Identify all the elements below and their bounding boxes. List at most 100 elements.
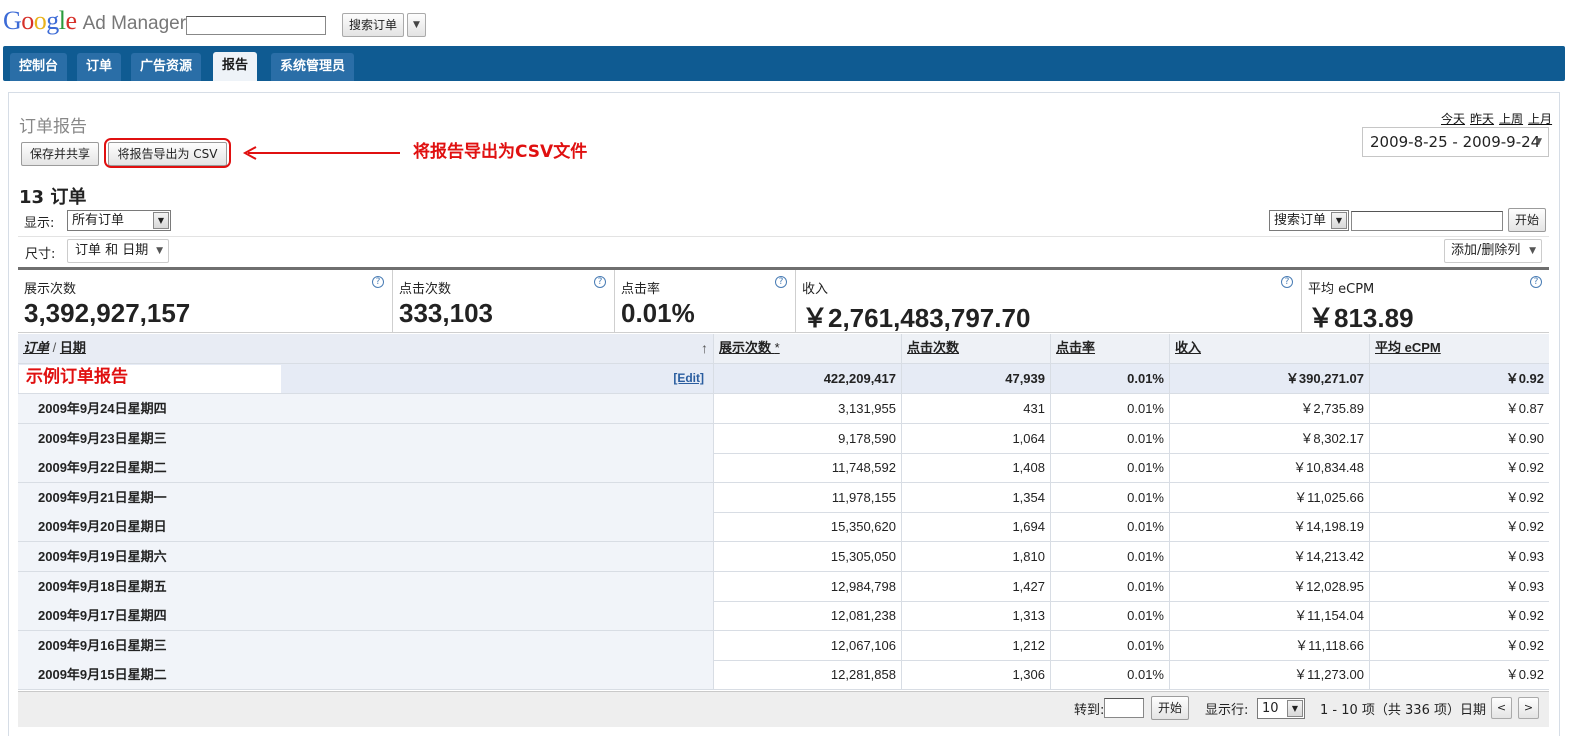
cell-impressions: 11,978,155 (713, 482, 901, 512)
table-header: 订单 / 日期 ↑ 展示次数 * 点击次数 点击率 收入 平均 eCPM (18, 334, 1549, 364)
triangle-down-icon: ▼ (1331, 212, 1347, 229)
export-highlight-box (104, 138, 231, 168)
header-clicks[interactable]: 点击次数 (901, 334, 1050, 363)
chevron-down-icon: ▼ (1535, 137, 1542, 147)
order-filter-select[interactable]: 所有订单 ▼ (67, 210, 171, 231)
edit-link[interactable]: [Edit] (673, 364, 704, 393)
help-icon[interactable]: ? (775, 276, 787, 288)
cell-clicks: 1,408 (901, 453, 1050, 483)
tab-reports[interactable]: 报告 (213, 52, 258, 81)
cell-revenue: ￥11,118.66 (1169, 630, 1369, 660)
table-row: 2009年9月20日星期日 15,350,620 1,694 0.01% ￥14,198… (18, 512, 1549, 543)
group-title: 示例订单报告 (26, 367, 128, 386)
dimension-label: 尺寸: (25, 247, 56, 262)
dimension-bar (18, 236, 1549, 266)
cell-date: 2009年9月18日星期五 (18, 571, 713, 601)
date-last-week-link[interactable]: 上周 (1499, 112, 1523, 126)
header-revenue[interactable]: 收入 (1169, 334, 1369, 363)
cell-clicks: 431 (901, 394, 1050, 423)
sort-up-icon[interactable]: ↑ (701, 334, 708, 362)
summary-metrics: 展示次数 3,392,927,157 ? 点击次数 333,103 ? 点击率 … (18, 267, 1549, 333)
cell-impressions: 15,305,050 (713, 542, 901, 571)
date-range-picker[interactable]: 2009-8-25 - 2009-9-24 ▼ (1362, 127, 1549, 157)
tab-orders[interactable]: 订单 (77, 53, 122, 81)
cell-ecpm: ￥0.92 (1369, 660, 1549, 690)
group-ecpm: ￥0.92 (1369, 364, 1549, 393)
cell-impressions: 12,067,106 (713, 630, 901, 660)
header-ecpm[interactable]: 平均 eCPM (1369, 334, 1549, 363)
date-sort-link[interactable]: 日期 (60, 340, 86, 355)
tab-admin[interactable]: 系统管理员 (271, 53, 355, 81)
table-row: 2009年9月23日星期三 9,178,590 1,064 0.01% ￥8,302.1… (18, 423, 1549, 454)
metric-value: 0.01% (621, 298, 695, 328)
order-sort-link[interactable]: 订单 (23, 340, 49, 355)
cell-date: 2009年9月19日星期六 (18, 542, 713, 571)
table-row: 2009年9月17日星期四 12,081,238 1,313 0.01% ￥11,154… (18, 601, 1549, 632)
cell-revenue: ￥8,302.17 (1169, 423, 1369, 453)
cell-impressions: 12,281,858 (713, 660, 901, 690)
show-label: 显示: (24, 216, 55, 231)
group-ctr: 0.01% (1050, 364, 1169, 393)
search-go-button[interactable]: 开始 (1508, 208, 1546, 232)
cell-ctr: 0.01% (1050, 482, 1169, 512)
cell-revenue: ￥2,735.89 (1169, 394, 1369, 423)
cell-ecpm: ￥0.92 (1369, 453, 1549, 483)
search-orders-button[interactable]: 搜索订单 (342, 13, 404, 37)
metric-value: ￥2,761,483,797.70 (802, 303, 1031, 333)
cell-revenue: ￥11,025.66 (1169, 482, 1369, 512)
tab-inventory[interactable]: 广告资源 (131, 53, 202, 81)
cell-clicks: 1,694 (901, 512, 1050, 542)
report-search-input[interactable] (1351, 211, 1503, 231)
date-today-link[interactable]: 今天 (1441, 112, 1465, 126)
goto-page-input[interactable] (1104, 698, 1144, 718)
cell-ecpm: ￥0.87 (1369, 394, 1549, 423)
range-text: 1 - 10 项（共 336 项）日期 (1320, 703, 1486, 718)
cell-clicks: 1,064 (901, 423, 1050, 453)
metric-label: 收入 (802, 282, 829, 297)
cell-clicks: 1,212 (901, 630, 1050, 660)
order-filter-value: 所有订单 (72, 213, 125, 228)
save-share-button[interactable]: 保存并共享 (21, 142, 99, 166)
cell-ecpm: ￥0.92 (1369, 512, 1549, 542)
chevron-down-icon: ▼ (156, 246, 163, 256)
date-last-month-link[interactable]: 上月 (1528, 112, 1552, 126)
chevron-down-icon: ▼ (1529, 246, 1536, 256)
cell-impressions: 12,984,798 (713, 571, 901, 601)
header-ctr[interactable]: 点击率 (1050, 334, 1169, 363)
help-icon[interactable]: ? (594, 276, 606, 288)
search-options-dropdown[interactable]: ▼ (407, 13, 426, 37)
help-icon[interactable]: ? (1281, 276, 1293, 288)
add-remove-columns-button[interactable]: 添加/删除列 ▼ (1444, 239, 1542, 263)
cell-clicks: 1,354 (901, 482, 1050, 512)
prev-page-button[interactable]: < (1491, 697, 1512, 719)
metric-ctr: 点击率 0.01% ? (614, 270, 795, 333)
help-icon[interactable]: ? (1530, 276, 1542, 288)
metric-value: ￥813.89 (1308, 303, 1414, 333)
help-icon[interactable]: ? (372, 276, 384, 288)
group-row: 示例订单报告 [Edit] 422,209,417 47,939 0.01% ￥… (18, 364, 1549, 394)
header-impressions[interactable]: 展示次数 * (713, 334, 901, 363)
date-yesterday-link[interactable]: 昨天 (1470, 112, 1494, 126)
goto-go-button[interactable]: 开始 (1151, 696, 1189, 720)
cell-ecpm: ￥0.90 (1369, 423, 1549, 453)
cell-date: 2009年9月15日星期二 (18, 660, 713, 690)
order-search-input[interactable] (186, 16, 326, 35)
date-shortcuts: 今天 昨天 上周 上月 (1436, 110, 1552, 127)
cell-date: 2009年9月20日星期日 (18, 512, 713, 542)
next-page-button[interactable]: > (1518, 697, 1539, 719)
header-separator: / (52, 340, 57, 355)
cell-ctr: 0.01% (1050, 394, 1169, 423)
cell-clicks: 1,313 (901, 601, 1050, 631)
google-ad-manager-logo[interactable]: Google Ad Manager (3, 6, 186, 38)
metric-label: 点击率 (621, 282, 661, 297)
impressions-marker: * (774, 340, 780, 355)
cell-impressions: 3,131,955 (713, 394, 901, 423)
cell-ecpm: ￥0.93 (1369, 542, 1549, 571)
dimension-select[interactable]: 订单 和 日期 ▼ (67, 239, 169, 263)
search-scope-select[interactable]: 搜索订单 ▼ (1269, 210, 1349, 231)
cell-revenue: ￥10,834.48 (1169, 453, 1369, 483)
tab-dashboard[interactable]: 控制台 (10, 53, 68, 81)
rows-per-page-select[interactable]: 10 ▼ (1257, 698, 1305, 719)
cell-ctr: 0.01% (1050, 423, 1169, 453)
main-nav: 控制台 订单 广告资源 报告 系统管理员 (3, 46, 1565, 81)
